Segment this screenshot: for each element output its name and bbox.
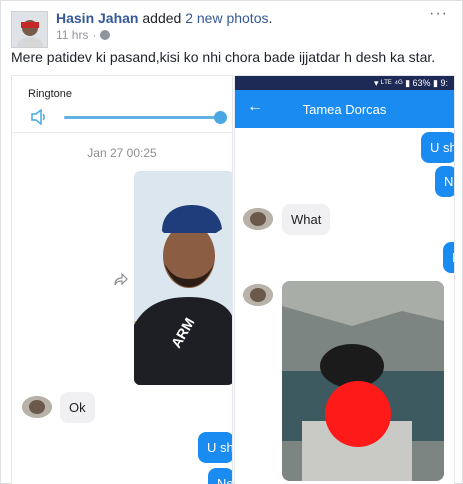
message-what: What <box>282 204 331 235</box>
message-sent-2: Ne <box>208 468 232 484</box>
header-period: . <box>268 10 273 26</box>
post-action: added <box>142 10 182 26</box>
share-icon <box>114 272 128 286</box>
ringtone-slider[interactable] <box>64 116 222 119</box>
status-text: ▾ ᴸᵀᴱ ⁴ᴳ ▮ 63% ▮ 9: <box>373 78 448 88</box>
more-options-button[interactable]: ··· <box>429 5 448 23</box>
post-meta: 11 hrs · <box>56 28 111 42</box>
author-avatar[interactable] <box>11 11 48 48</box>
message-ok: Ok <box>60 392 95 423</box>
message-sent-2: Ne <box>435 166 454 197</box>
chat-contact-name: Tamea Dorcas <box>302 102 387 117</box>
divider <box>12 132 232 133</box>
post-time[interactable]: 11 hrs <box>56 28 88 42</box>
photos-link[interactable]: 2 new photos <box>185 10 268 26</box>
post-header: Hasin Jahan added 2 new photos. <box>56 10 272 26</box>
post-photo-2[interactable]: ▾ ᴸᵀᴱ ⁴ᴳ ▮ 63% ▮ 9: ← Tamea Dorcas U sh … <box>234 75 455 484</box>
contact-avatar <box>243 208 273 230</box>
message-sent-1: U sh <box>421 132 454 163</box>
post-caption: Mere patidev ki pasand,kisi ko nhi chora… <box>11 49 436 65</box>
chat-date: Jan 27 00:25 <box>87 146 157 160</box>
ringtone-label: Ringtone <box>28 88 73 100</box>
status-bar: ▾ ᴸᵀᴱ ⁴ᴳ ▮ 63% ▮ 9: <box>235 76 454 90</box>
speaker-icon <box>31 109 45 125</box>
message-sent-3: F <box>443 242 454 273</box>
post-photo-1[interactable]: Ringtone Jan 27 00:25 ARM Ok U s Ne <box>11 75 233 484</box>
contact-avatar <box>22 396 52 418</box>
feed-post: Hasin Jahan added 2 new photos. 11 hrs ·… <box>0 0 463 484</box>
author-name[interactable]: Hasin Jahan <box>56 10 138 26</box>
globe-icon <box>100 30 111 40</box>
ringtone-slider-knob[interactable] <box>214 111 227 124</box>
chat-app-bar: ← Tamea Dorcas <box>235 90 454 128</box>
contact-avatar <box>243 284 273 306</box>
photo-message[interactable] <box>282 281 444 481</box>
time-separator: · <box>92 28 97 42</box>
message-sent-1: U sho <box>198 432 232 463</box>
redaction-dot <box>325 381 391 447</box>
selfie-photo-message[interactable]: ARM <box>134 171 232 385</box>
